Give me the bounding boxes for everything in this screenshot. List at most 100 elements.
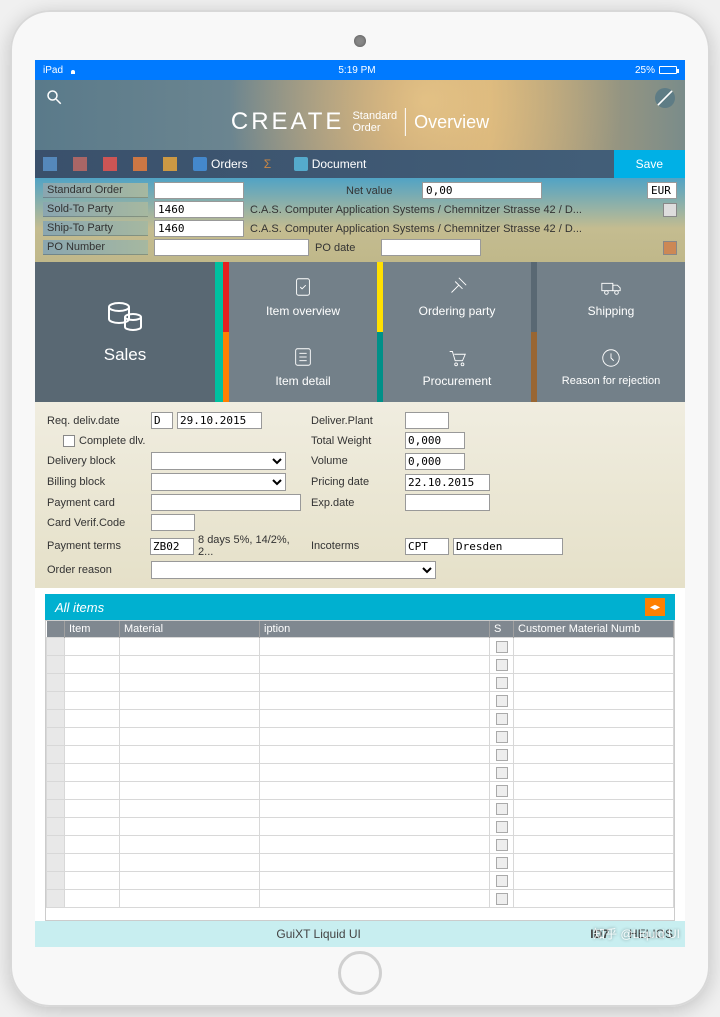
- payment-card-label: Payment card: [47, 497, 147, 509]
- toolbar-icon-1[interactable]: [35, 150, 65, 178]
- payment-card-input[interactable]: [151, 494, 301, 511]
- po-person-icon[interactable]: [663, 241, 677, 255]
- table-row[interactable]: [47, 656, 674, 674]
- row-checkbox[interactable]: [496, 695, 508, 707]
- standard-order-input[interactable]: [154, 182, 244, 199]
- database-icon: [105, 299, 145, 335]
- row-checkbox[interactable]: [496, 839, 508, 851]
- table-row[interactable]: [47, 728, 674, 746]
- row-checkbox[interactable]: [496, 713, 508, 725]
- all-items-header: All items ◂▸: [45, 594, 675, 620]
- row-checkbox[interactable]: [496, 893, 508, 905]
- toolbar-icon-4[interactable]: [125, 150, 155, 178]
- row-checkbox[interactable]: [496, 875, 508, 887]
- save-button[interactable]: Save: [614, 150, 685, 178]
- settings-icon[interactable]: [655, 88, 675, 108]
- payment-terms-label: Payment terms: [47, 540, 146, 552]
- col-material[interactable]: Material: [120, 621, 260, 638]
- incoterms-place-input[interactable]: [453, 538, 563, 555]
- col-customer-material[interactable]: Customer Material Numb: [514, 621, 674, 638]
- home-button[interactable]: [338, 951, 382, 995]
- table-row[interactable]: [47, 782, 674, 800]
- tile-item-detail[interactable]: Item detail: [223, 332, 377, 402]
- row-checkbox[interactable]: [496, 767, 508, 779]
- tile-ordering-party[interactable]: Ordering party: [377, 262, 531, 332]
- table-row[interactable]: [47, 818, 674, 836]
- tile-sales[interactable]: Sales: [35, 262, 215, 402]
- row-checkbox[interactable]: [496, 785, 508, 797]
- row-checkbox[interactable]: [496, 677, 508, 689]
- col-select[interactable]: [47, 621, 65, 638]
- ship-to-input[interactable]: [154, 220, 244, 237]
- table-row[interactable]: [47, 674, 674, 692]
- card-verif-label: Card Verif.Code: [47, 517, 147, 529]
- table-row[interactable]: [47, 836, 674, 854]
- net-value-input[interactable]: [422, 182, 542, 199]
- footer-bar: GuiXT Liquid UI ID7 HELIOS: [35, 921, 685, 947]
- row-checkbox[interactable]: [496, 857, 508, 869]
- row-checkbox[interactable]: [496, 659, 508, 671]
- camera-dot: [354, 35, 366, 47]
- tile-item-overview[interactable]: Item overview: [223, 262, 377, 332]
- row-checkbox[interactable]: [496, 803, 508, 815]
- title-main: CREATE: [231, 108, 345, 136]
- row-checkbox[interactable]: [496, 821, 508, 833]
- toolbar-icon-2[interactable]: [65, 150, 95, 178]
- card-verif-input[interactable]: [151, 514, 195, 531]
- billing-block-label: Billing block: [47, 476, 147, 488]
- table-row[interactable]: [47, 854, 674, 872]
- order-reason-select[interactable]: [151, 561, 436, 579]
- req-deliv-date-input[interactable]: [177, 412, 262, 429]
- total-weight-input[interactable]: [405, 432, 465, 449]
- exp-date-input[interactable]: [405, 494, 490, 511]
- po-number-input[interactable]: [154, 239, 309, 256]
- sold-to-input[interactable]: [154, 201, 244, 218]
- toolbar-orders[interactable]: Orders: [185, 150, 256, 178]
- exp-date-label: Exp.date: [311, 497, 401, 509]
- toolbar-sigma-icon[interactable]: Σ: [256, 150, 286, 178]
- table-row[interactable]: [47, 710, 674, 728]
- table-row[interactable]: [47, 890, 674, 908]
- sold-to-detail-icon[interactable]: [663, 203, 677, 217]
- table-row[interactable]: [47, 638, 674, 656]
- expand-handle-icon[interactable]: ◂▸: [645, 598, 665, 616]
- col-item[interactable]: Item: [65, 621, 120, 638]
- pricing-date-input[interactable]: [405, 474, 490, 491]
- volume-input[interactable]: [405, 453, 465, 470]
- toolbar-document[interactable]: Document: [286, 150, 375, 178]
- tile-procurement[interactable]: Procurement: [377, 332, 531, 402]
- ship-to-text: C.A.S. Computer Application Systems / Ch…: [250, 223, 677, 235]
- title-overview: Overview: [414, 112, 489, 133]
- toolbar: Orders Σ Document Save: [35, 150, 685, 178]
- tile-shipping[interactable]: Shipping: [531, 262, 685, 332]
- req-deliv-label: Req. deliv.date: [47, 415, 147, 427]
- search-icon[interactable]: [45, 88, 63, 106]
- sold-to-label: Sold-To Party: [43, 202, 148, 217]
- table-row[interactable]: [47, 764, 674, 782]
- table-row[interactable]: [47, 746, 674, 764]
- table-row[interactable]: [47, 800, 674, 818]
- deliver-plant-input[interactable]: [405, 412, 449, 429]
- battery-percent: 25%: [635, 65, 655, 76]
- req-deliv-type-input[interactable]: [151, 412, 173, 429]
- delivery-block-select[interactable]: [151, 452, 286, 470]
- po-number-label: PO Number: [43, 240, 148, 255]
- billing-block-select[interactable]: [151, 473, 286, 491]
- po-date-input[interactable]: [381, 239, 481, 256]
- row-checkbox[interactable]: [496, 731, 508, 743]
- currency-input[interactable]: [647, 182, 677, 199]
- incoterms-code-input[interactable]: [405, 538, 449, 555]
- payment-terms-input[interactable]: [150, 538, 194, 555]
- carrier-label: iPad: [43, 65, 63, 76]
- complete-dlv-checkbox[interactable]: [63, 435, 75, 447]
- col-description[interactable]: iption: [260, 621, 490, 638]
- row-checkbox[interactable]: [496, 749, 508, 761]
- table-row[interactable]: [47, 692, 674, 710]
- pricing-date-label: Pricing date: [311, 476, 401, 488]
- tile-reason-rejection[interactable]: Reason for rejection: [531, 332, 685, 402]
- col-s[interactable]: S: [490, 621, 514, 638]
- table-row[interactable]: [47, 872, 674, 890]
- toolbar-icon-5[interactable]: [155, 150, 185, 178]
- toolbar-icon-3[interactable]: [95, 150, 125, 178]
- row-checkbox[interactable]: [496, 641, 508, 653]
